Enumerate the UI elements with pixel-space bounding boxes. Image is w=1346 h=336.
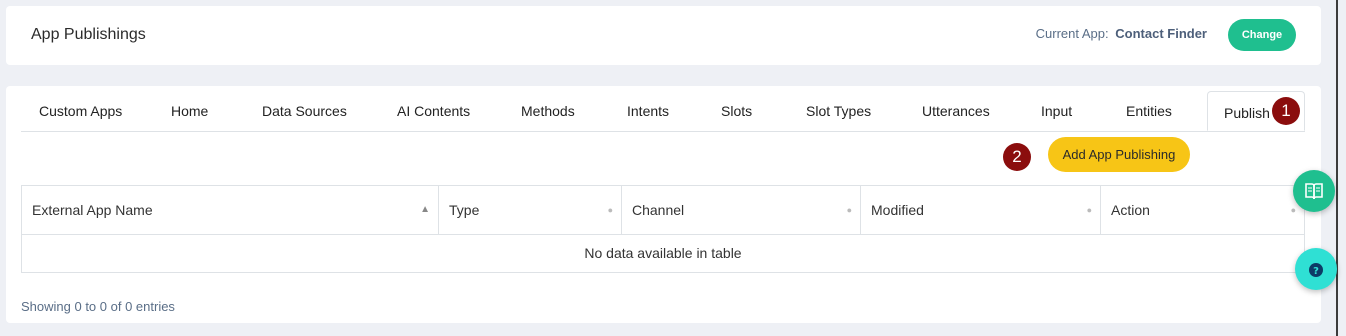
tab-methods[interactable]: Methods — [521, 103, 575, 119]
column-label: Modified — [871, 202, 924, 218]
change-app-button[interactable]: Change — [1228, 19, 1296, 51]
current-app-label: Current App: — [1035, 26, 1109, 41]
docs-floating-button[interactable] — [1293, 170, 1335, 212]
tab-custom-apps[interactable]: Custom Apps — [39, 103, 122, 119]
sort-icon: ● — [846, 205, 852, 215]
column-header-modified[interactable]: Modified ● — [861, 186, 1101, 234]
tab-input[interactable]: Input — [1041, 103, 1072, 119]
tab-slot-types[interactable]: Slot Types — [806, 103, 871, 119]
step-marker-1: 1 — [1272, 97, 1300, 125]
help-floating-button[interactable]: ? — [1295, 248, 1337, 290]
table-info: Showing 0 to 0 of 0 entries — [21, 299, 175, 314]
tab-slots[interactable]: Slots — [721, 103, 752, 119]
publishings-table: External App Name ▲ Type ● Channel ● Mod… — [21, 185, 1305, 273]
tab-entities[interactable]: Entities — [1126, 103, 1172, 119]
column-label: Type — [449, 202, 480, 218]
tab-intents[interactable]: Intents — [627, 103, 669, 119]
page-header: App Publishings Current App: Contact Fin… — [6, 6, 1321, 65]
table-header-row: External App Name ▲ Type ● Channel ● Mod… — [22, 186, 1304, 235]
tab-bar: Custom Apps Home Data Sources AI Content… — [21, 91, 1305, 132]
add-app-publishing-button[interactable]: Add App Publishing — [1048, 137, 1190, 172]
main-panel: Custom Apps Home Data Sources AI Content… — [6, 86, 1321, 323]
tab-data-sources[interactable]: Data Sources — [262, 103, 347, 119]
tab-utterances[interactable]: Utterances — [922, 103, 990, 119]
column-label: Action — [1111, 202, 1150, 218]
empty-table-message: No data available in table — [584, 245, 742, 261]
column-header-channel[interactable]: Channel ● — [622, 186, 861, 234]
tab-ai-contents[interactable]: AI Contents — [397, 103, 470, 119]
sort-asc-icon: ▲ — [420, 204, 430, 215]
book-icon — [1305, 183, 1323, 200]
sort-icon: ● — [1086, 205, 1092, 215]
column-label: External App Name — [32, 202, 153, 218]
step-marker-2: 2 — [1003, 143, 1031, 171]
tab-home[interactable]: Home — [171, 103, 208, 119]
current-app-name: Contact Finder — [1115, 26, 1207, 41]
current-app-info: Current App: Contact Finder — [1036, 26, 1207, 41]
column-header-type[interactable]: Type ● — [439, 186, 622, 234]
page-title: App Publishings — [31, 26, 146, 43]
sort-icon: ● — [607, 205, 613, 215]
column-header-external-app-name[interactable]: External App Name ▲ — [22, 186, 439, 234]
svg-text:?: ? — [1313, 266, 1319, 277]
question-icon: ? — [1309, 263, 1323, 277]
column-label: Channel — [632, 202, 685, 218]
column-header-action[interactable]: Action ● — [1101, 186, 1304, 234]
